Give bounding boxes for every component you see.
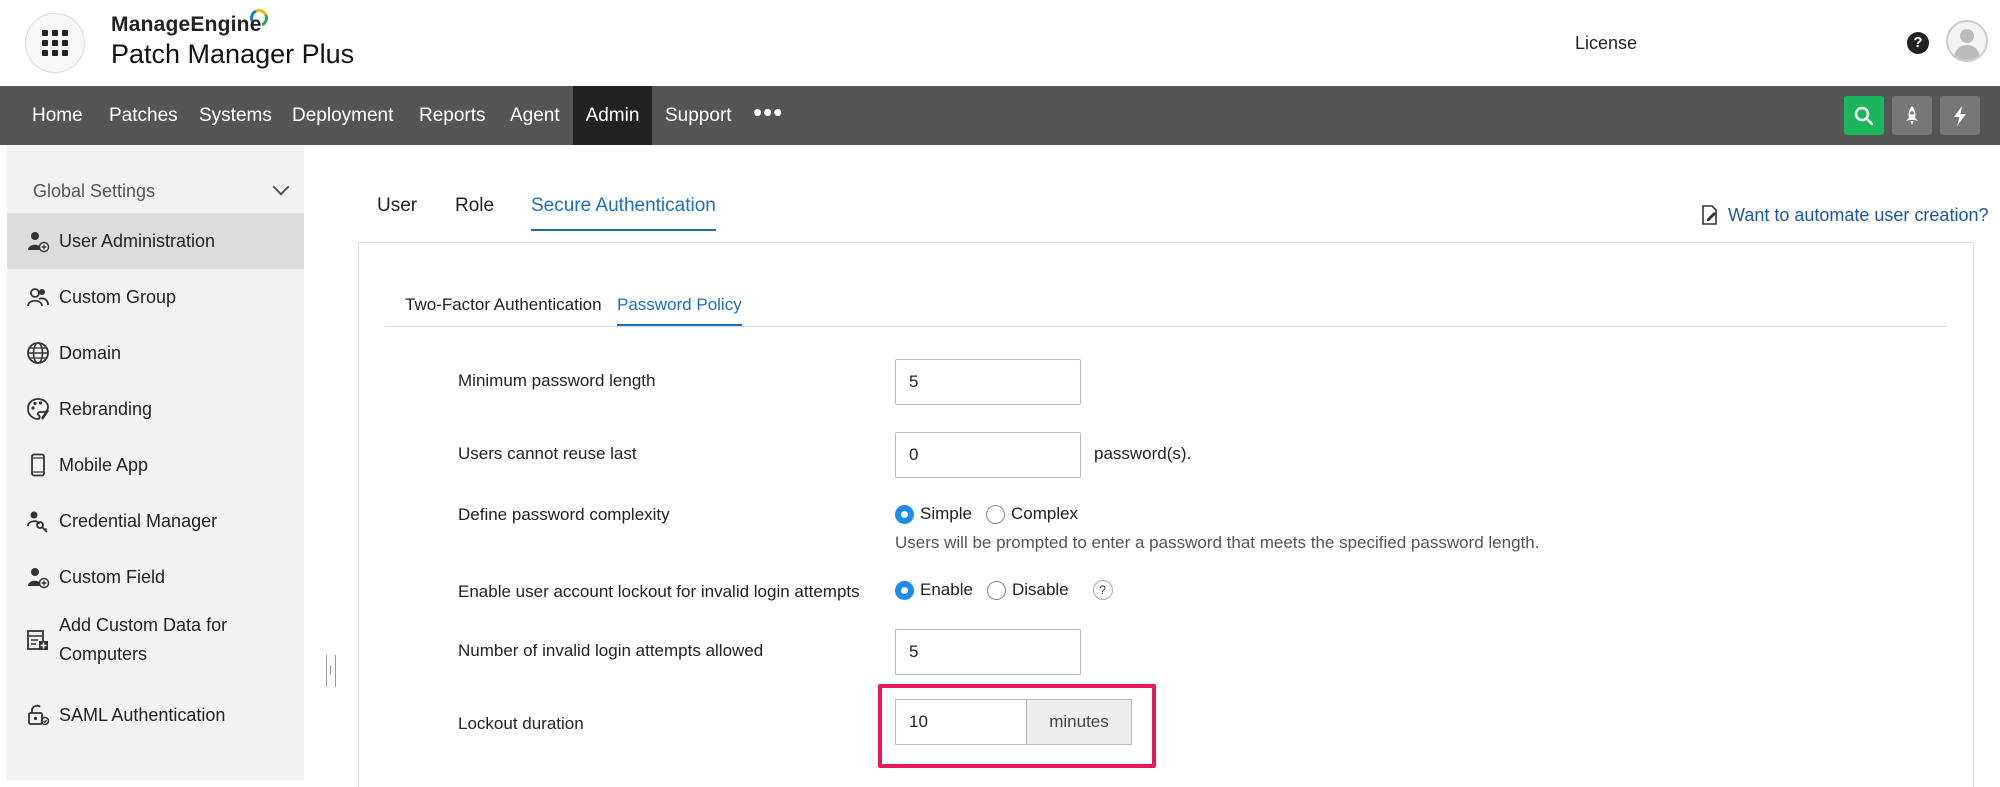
- sidebar-item-credential-manager[interactable]: Credential Manager: [7, 493, 304, 549]
- quick-actions-button[interactable]: [1940, 96, 1980, 135]
- globe-icon: [25, 340, 51, 366]
- reuse-suffix: password(s).: [1094, 444, 1192, 463]
- simple-radio[interactable]: [895, 504, 914, 524]
- lockout-help-icon[interactable]: ?: [1092, 580, 1113, 600]
- password-policy-panel: Two-Factor Authentication Password Polic…: [358, 242, 1974, 787]
- sidebar-item-mobile-app[interactable]: Mobile App: [7, 437, 304, 493]
- sidebar-item-rebranding[interactable]: Rebranding: [7, 381, 304, 437]
- complexity-hint: Users will be prompted to enter a passwo…: [895, 533, 1540, 552]
- complex-radio-label[interactable]: Complex: [1011, 504, 1078, 524]
- lock-icon: [25, 702, 51, 728]
- sidebar-item-label: User Administration: [59, 230, 216, 251]
- sidebar-item-domain[interactable]: Domain: [7, 325, 304, 381]
- min-length-input[interactable]: [895, 359, 1081, 405]
- sidebar-item-label: Add Custom Data for Computers: [59, 615, 228, 664]
- brand-company: ManageEngine: [111, 6, 271, 37]
- duration-input[interactable]: [895, 699, 1027, 745]
- nav-support[interactable]: Support: [653, 86, 744, 145]
- nav-patches[interactable]: Patches: [97, 86, 190, 145]
- tab-role[interactable]: Role: [455, 195, 494, 229]
- sidebar-heading[interactable]: Global Settings: [33, 181, 155, 202]
- lightning-icon: [1954, 105, 1966, 126]
- nav-systems[interactable]: Systems: [187, 86, 284, 145]
- settings-sidebar: Global Settings User Administration Cust…: [7, 145, 304, 781]
- attempts-input[interactable]: [895, 629, 1081, 675]
- tab-password-policy[interactable]: Password Policy: [617, 295, 742, 326]
- sidebar-item-saml-authentication[interactable]: SAML Authentication: [7, 687, 304, 743]
- rocket-icon: [1906, 105, 1918, 125]
- sidebar-item-label: Custom Field: [59, 566, 166, 587]
- lockout-label: Enable user account lockout for invalid …: [458, 582, 860, 601]
- avatar[interactable]: [1946, 20, 1988, 62]
- sidebar-collapse-handle[interactable]: [326, 655, 336, 687]
- nav-agent[interactable]: Agent: [498, 86, 572, 145]
- sidebar-item-custom-group[interactable]: Custom Group: [7, 269, 304, 325]
- app-launcher-button[interactable]: [25, 13, 85, 73]
- complexity-radio-group: Simple Complex: [895, 504, 1092, 524]
- user-admin-icon: [25, 228, 51, 254]
- attempts-label: Number of invalid login attempts allowed: [458, 641, 764, 660]
- sidebar-item-label: Rebranding: [59, 398, 153, 419]
- duration-unit: minutes: [1026, 699, 1132, 745]
- main-navbar: Home Patches Systems Deployment Reports …: [0, 86, 2000, 145]
- complex-radio[interactable]: [985, 504, 1005, 524]
- mobile-icon: [25, 452, 51, 478]
- top-header: ManageEngine Patch Manager Plus License …: [0, 0, 2000, 86]
- nav-home[interactable]: Home: [20, 86, 95, 145]
- enable-radio[interactable]: [895, 580, 914, 600]
- edit-document-icon: [1702, 205, 1717, 225]
- grid-icon: [42, 30, 68, 56]
- disable-radio[interactable]: [986, 580, 1006, 600]
- automate-user-creation-link[interactable]: Want to automate user creation?: [1700, 204, 1988, 226]
- min-length-label: Minimum password length: [458, 371, 656, 390]
- nav-admin[interactable]: Admin: [573, 86, 652, 145]
- custom-group-icon: [25, 284, 51, 310]
- duration-label: Lockout duration: [458, 714, 584, 733]
- sidebar-item-user-administration[interactable]: User Administration: [7, 213, 304, 269]
- quick-launch-button[interactable]: [1892, 96, 1932, 135]
- tab-secure-authentication[interactable]: Secure Authentication: [531, 195, 716, 231]
- palette-icon: [25, 396, 51, 422]
- enable-radio-label[interactable]: Enable: [920, 580, 973, 600]
- sidebar-item-label: Domain: [59, 342, 122, 363]
- nav-reports[interactable]: Reports: [407, 86, 498, 145]
- sub-tabs: Two-Factor Authentication Password Polic…: [385, 295, 1947, 327]
- key-user-icon: [25, 508, 51, 534]
- reuse-input[interactable]: [895, 432, 1081, 478]
- brand-product: Patch Manager Plus: [111, 39, 355, 69]
- lockout-radio-group: Enable Disable ?: [895, 580, 1113, 600]
- search-icon: [1854, 106, 1874, 125]
- reuse-label: Users cannot reuse last: [458, 444, 637, 463]
- brand-logo[interactable]: ManageEngine Patch Manager Plus: [111, 6, 355, 70]
- search-button[interactable]: [1844, 96, 1884, 135]
- custom-data-icon: [25, 627, 51, 653]
- sidebar-item-label: Mobile App: [59, 454, 149, 475]
- nav-deployment[interactable]: Deployment: [280, 86, 405, 145]
- simple-radio-label[interactable]: Simple: [920, 504, 972, 524]
- more-icon[interactable]: •••: [753, 86, 783, 145]
- sidebar-item-add-custom-data[interactable]: Add Custom Data for Computers: [7, 603, 304, 677]
- sidebar-item-custom-field[interactable]: Custom Field: [7, 549, 304, 605]
- chevron-down-icon[interactable]: [272, 178, 290, 196]
- sidebar-item-label: SAML Authentication: [59, 704, 226, 725]
- tab-user[interactable]: User: [377, 195, 417, 229]
- automate-link-label: Want to automate user creation?: [1728, 204, 1989, 225]
- complexity-label: Define password complexity: [458, 505, 670, 524]
- sidebar-item-label: Custom Group: [59, 286, 177, 307]
- license-link[interactable]: License: [1575, 33, 1637, 54]
- help-icon[interactable]: ?: [1907, 32, 1929, 54]
- disable-radio-label[interactable]: Disable: [1012, 580, 1069, 600]
- sidebar-item-label: Credential Manager: [59, 510, 218, 531]
- user-plus-icon: [25, 564, 51, 590]
- tab-two-factor-authentication[interactable]: Two-Factor Authentication: [405, 295, 602, 324]
